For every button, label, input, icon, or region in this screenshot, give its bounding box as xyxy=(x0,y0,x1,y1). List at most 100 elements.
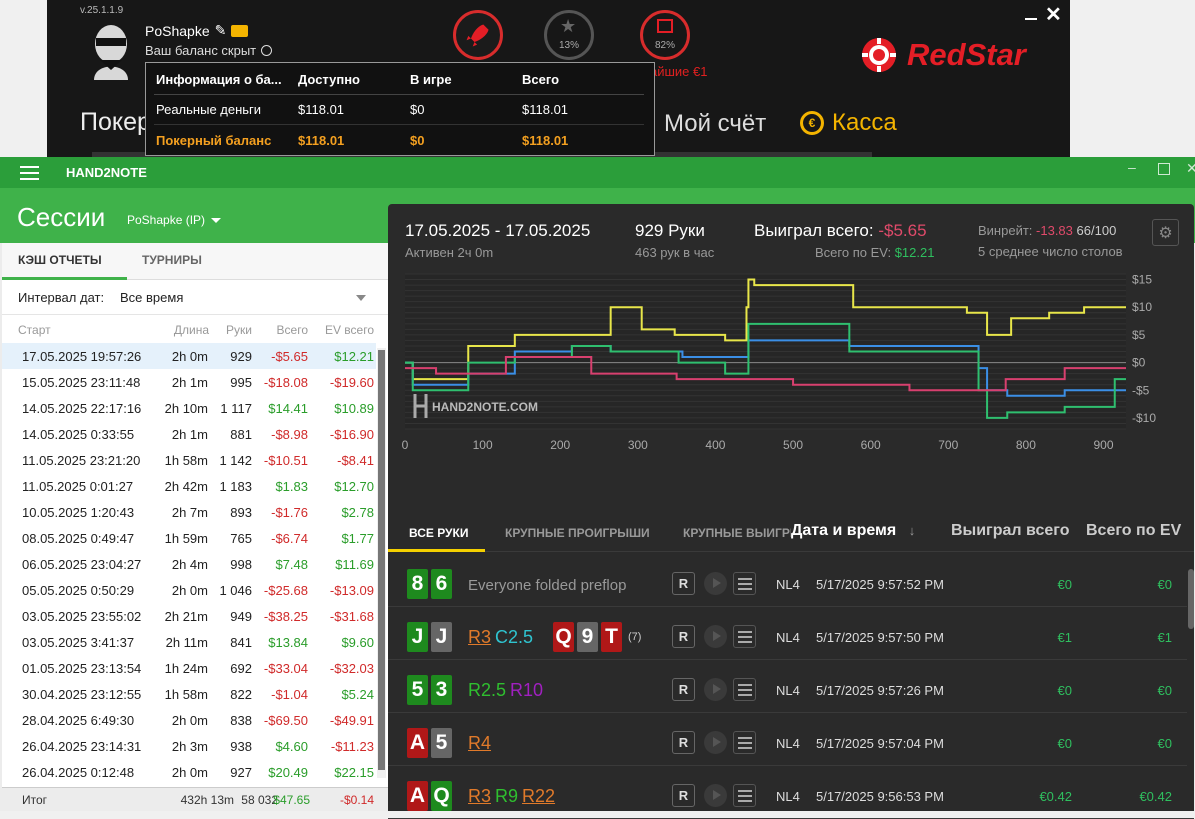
replay-button[interactable]: R xyxy=(672,625,695,648)
column-header-length[interactable]: Длина xyxy=(174,323,209,337)
table-row[interactable]: 17.05.2025 19:57:26 2h 0m 929 -$5.65 $12.21 xyxy=(2,343,376,369)
rank-progress[interactable]: ★ 13% xyxy=(544,10,594,60)
notes-icon[interactable] xyxy=(733,625,756,648)
notes-icon[interactable] xyxy=(733,678,756,701)
session-won: -$25.68 xyxy=(263,583,308,598)
column-header-ev[interactable]: Всего по EV xyxy=(1086,522,1181,540)
mail-icon[interactable] xyxy=(231,24,249,37)
tab-all-hands[interactable]: ВСЕ РУКИ xyxy=(409,526,468,540)
session-ev: Всего по EV: $12.21 xyxy=(815,245,934,260)
tab-tournaments[interactable]: ТУРНИРЫ xyxy=(142,253,202,267)
table-row[interactable]: 26.04.2025 0:12:48 2h 0m 927 $20.49 $22.15 xyxy=(2,759,376,785)
hamburger-menu-icon[interactable] xyxy=(20,166,39,180)
gear-icon[interactable]: ⚙ xyxy=(1152,219,1179,246)
title-bar: HAND2NOTE – ✕ xyxy=(0,157,1195,188)
maximize-icon[interactable] xyxy=(1158,163,1170,175)
table-row[interactable]: 30.04.2025 23:12:55 1h 58m 822 -$1.04 $5.24 xyxy=(2,681,376,707)
sessions-list: 17.05.2025 19:57:26 2h 0m 929 -$5.65 $12.21 1… xyxy=(2,343,376,785)
play-icon[interactable] xyxy=(704,784,727,807)
hand-row[interactable]: 5 3 R2.5 R10 R NL4 5/17/2025 9:57:26 PM €0 €0 xyxy=(388,660,1194,713)
play-icon[interactable] xyxy=(704,678,727,701)
table-row[interactable]: 06.05.2025 23:04:27 2h 4m 998 $7.48 $11.69 xyxy=(2,551,376,577)
session-length: 2h 3m xyxy=(171,739,208,754)
gift-progress[interactable]: 82% xyxy=(640,10,690,60)
replay-button[interactable]: R xyxy=(672,678,695,701)
star-icon: ★ xyxy=(560,16,577,36)
table-row[interactable]: 28.04.2025 6:49:30 2h 0m 838 -$69.50 -$49.91 xyxy=(2,707,376,733)
player-selector[interactable]: PoShapke (IP) xyxy=(127,213,222,227)
session-hands: 995 xyxy=(230,375,252,390)
hole-card: A xyxy=(407,781,428,811)
table-row[interactable]: 03.05.2025 3:41:37 2h 11m 841 $13.84 $9.60 xyxy=(2,629,376,655)
play-icon[interactable] xyxy=(704,731,727,754)
table-row[interactable]: 14.05.2025 22:17:16 2h 10m 1 117 $14.41 $10.… xyxy=(2,395,376,421)
hand-actions: R3 R9 R22 xyxy=(468,786,559,807)
notes-icon[interactable] xyxy=(733,784,756,807)
balance-hidden[interactable]: Ваш баланс скрыт xyxy=(145,43,273,58)
nav-cashier[interactable]: € Касса xyxy=(800,109,897,137)
table-row[interactable]: 15.05.2025 23:11:48 2h 1m 995 -$18.08 -$19.6… xyxy=(2,369,376,395)
column-header-hands[interactable]: Руки xyxy=(226,323,252,337)
nav-poker[interactable]: Покер xyxy=(80,108,151,137)
column-header-start[interactable]: Старт xyxy=(18,323,51,337)
column-header-won[interactable]: Всего xyxy=(277,323,308,337)
tab-big-losses[interactable]: КРУПНЫЕ ПРОИГРЫШИ xyxy=(505,526,650,540)
session-ev: -$11.23 xyxy=(330,739,374,754)
table-row[interactable]: 10.05.2025 1:20:43 2h 7m 893 -$1.76 $2.78 xyxy=(2,499,376,525)
hand-action: R2.5 xyxy=(468,680,507,700)
avatar[interactable] xyxy=(82,20,140,80)
tab-big-wins[interactable]: КРУПНЫЕ ВЫИГРЫШИ xyxy=(683,526,791,540)
tab-cash-reports[interactable]: КЭШ ОТЧЕТЫ xyxy=(18,253,102,267)
scrollbar-thumb[interactable] xyxy=(378,350,385,770)
edit-pencil-icon[interactable]: ✎ xyxy=(215,22,227,39)
scrollbar[interactable] xyxy=(1187,566,1194,811)
column-header-date[interactable]: Дата и время ↓ xyxy=(791,522,915,540)
table-row[interactable]: 05.05.2025 0:50:29 2h 0m 1 046 -$25.68 -$13.… xyxy=(2,577,376,603)
hand-row[interactable]: A Q R3 R9 R22 R NL4 5/17/2025 9:56:53 PM €0.42 €0… xyxy=(388,766,1194,819)
date-interval-value[interactable]: Все время xyxy=(120,290,183,305)
table-row[interactable]: 14.05.2025 0:33:55 2h 1m 881 -$8.98 -$16.90 xyxy=(2,421,376,447)
session-hands: 1 046 xyxy=(219,583,252,598)
close-icon[interactable]: ✕ xyxy=(1186,160,1195,177)
table-row[interactable]: 03.05.2025 23:55:02 2h 21m 949 -$38.25 -$31.… xyxy=(2,603,376,629)
hand-row[interactable]: 8 6 Everyone folded preflop R NL4 5/17/2025 9… xyxy=(388,554,1194,607)
chevron-down-icon[interactable] xyxy=(356,295,366,301)
y-tick-label: $5 xyxy=(1132,328,1146,342)
table-row[interactable]: 26.04.2025 23:14:31 2h 3m 938 $4.60 -$11.23 xyxy=(2,733,376,759)
table-row[interactable]: 11.05.2025 0:01:27 2h 42m 1 183 $1.83 $12.70 xyxy=(2,473,376,499)
minimize-icon[interactable]: – xyxy=(1128,159,1136,175)
hand-row[interactable]: A 5 R4 R NL4 5/17/2025 9:57:04 PM €0 €0 xyxy=(388,713,1194,766)
minimize-button[interactable] xyxy=(1025,6,1037,20)
table-row[interactable]: 01.05.2025 23:13:54 1h 24m 692 -$33.04 -$32.… xyxy=(2,655,376,681)
replay-button[interactable]: R xyxy=(672,731,695,754)
hand-action: R10 xyxy=(510,680,544,700)
scrollbar-thumb[interactable] xyxy=(1188,569,1194,629)
page-title: Сессии xyxy=(17,202,106,232)
notes-icon[interactable] xyxy=(733,572,756,595)
date-interval-select[interactable]: Интервал дат: Все время xyxy=(2,281,388,315)
column-header-won[interactable]: Выиграл всего xyxy=(951,522,1069,540)
profit-chart: $15 $10 $5 $0 -$5 -$10 0 100 200 300 400 500 600 700 8… xyxy=(402,273,1157,452)
column-header-ev[interactable]: EV всего xyxy=(325,323,374,337)
play-icon[interactable] xyxy=(704,625,727,648)
table-row[interactable]: 08.05.2025 0:49:47 1h 59m 765 -$6.74 $1.77 xyxy=(2,525,376,551)
session-length: 2h 0m xyxy=(171,583,208,598)
board-note: (7) xyxy=(628,631,642,643)
hole-card: 3 xyxy=(431,675,452,705)
notes-icon[interactable] xyxy=(733,731,756,754)
close-icon[interactable]: ✕ xyxy=(1045,2,1062,27)
eye-icon[interactable] xyxy=(261,45,273,56)
rank-percent: 13% xyxy=(558,40,579,51)
hands-list: 8 6 Everyone folded preflop R NL4 5/17/2025 9… xyxy=(388,554,1194,819)
play-icon[interactable] xyxy=(704,572,727,595)
hand-row[interactable]: J J R3 C2.5 Q 9 T (7) R NL4 5/17/2025 9:57:50 PM €1… xyxy=(388,607,1194,660)
balance-header: Информация о ба... xyxy=(156,72,282,87)
nav-my-account[interactable]: Мой счёт xyxy=(664,110,766,138)
replay-button[interactable]: R xyxy=(672,572,695,595)
bonus-text: айшие €1 xyxy=(650,64,708,79)
scrollbar[interactable] xyxy=(377,348,386,778)
missions-button[interactable] xyxy=(453,10,503,60)
session-hands: 692 xyxy=(230,661,252,676)
replay-button[interactable]: R xyxy=(672,784,695,807)
table-row[interactable]: 11.05.2025 23:21:20 1h 58m 1 142 -$10.51 -$8… xyxy=(2,447,376,473)
